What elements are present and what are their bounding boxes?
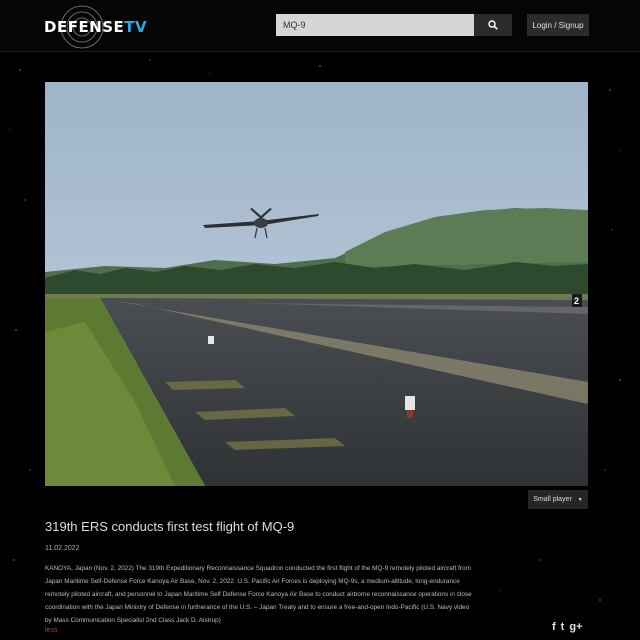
logo-text: DEFENSETV	[44, 18, 148, 36]
video-description: KANOYA, Japan (Nov. 2, 2022) The 319th E…	[45, 565, 472, 624]
twitter-icon[interactable]: t	[561, 621, 565, 633]
facebook-icon[interactable]: f	[552, 621, 556, 633]
less-link[interactable]: less	[45, 627, 57, 634]
login-signup-button[interactable]: Login / Signup	[527, 14, 589, 36]
search-icon	[488, 20, 498, 30]
caret-down-icon: ▼	[577, 496, 583, 503]
googleplus-icon[interactable]: g+	[569, 621, 582, 633]
defensetv-logo[interactable]: DEFENSETV	[40, 4, 147, 50]
small-player-label: Small player	[533, 496, 572, 503]
publish-date: 11.02.2022	[45, 545, 80, 552]
video-player[interactable]: 2	[45, 82, 588, 486]
video-title: 319th ERS conducts first test flight of …	[45, 519, 295, 534]
runway-marker: 2	[574, 296, 579, 306]
social-share-bar: f t g+	[552, 621, 583, 633]
top-header: DEFENSETV Login / Signup	[0, 0, 640, 52]
search-button[interactable]	[474, 14, 512, 36]
search-input[interactable]	[276, 14, 474, 36]
small-player-button[interactable]: Small player ▼	[528, 490, 588, 509]
video-frame-mq9-landing: 2	[45, 82, 588, 486]
